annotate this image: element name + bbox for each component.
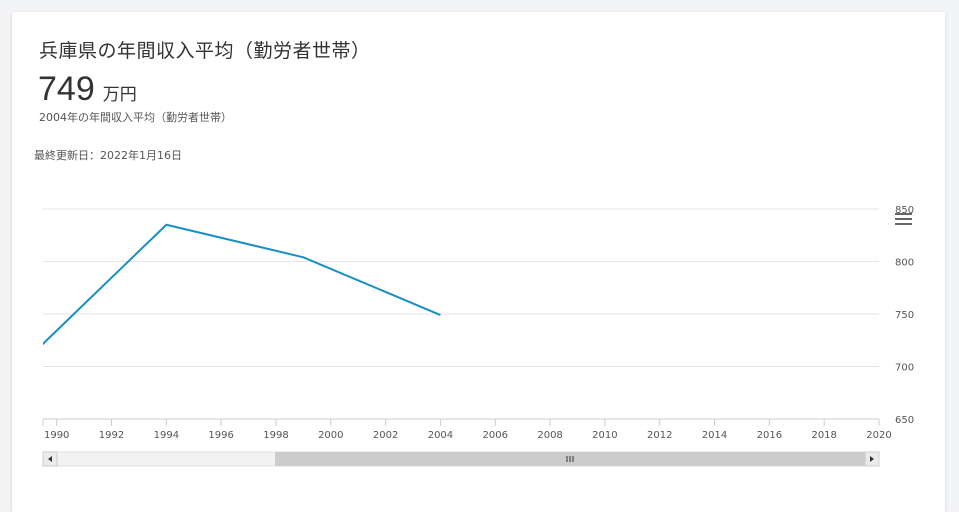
x-tick-label: 2016 <box>757 430 782 441</box>
x-tick-label: 2020 <box>866 430 891 441</box>
x-tick-label: 2010 <box>592 430 617 441</box>
x-tick-label: 1996 <box>208 430 233 441</box>
hamburger-menu-icon[interactable] <box>893 210 913 228</box>
series-layer <box>29 223 441 357</box>
y-tick-label: 700 <box>895 363 914 374</box>
series-clip <box>29 223 441 357</box>
series-line[interactable] <box>29 223 441 357</box>
x-tick-label: 2008 <box>537 430 562 441</box>
y-tick-label: 800 <box>895 258 914 269</box>
x-tick-label: 1998 <box>263 430 288 441</box>
x-tick-label: 2012 <box>647 430 672 441</box>
line-chart: 1990 1992 1994 1996 1998 2000 2002 2004 2006 2008… <box>29 205 914 467</box>
arrow-right-icon[interactable] <box>864 451 880 467</box>
grid-layer <box>43 208 879 420</box>
x-tick-label: 2002 <box>373 430 398 441</box>
arrow-left-icon[interactable] <box>42 451 58 467</box>
x-tick-label: 2006 <box>483 430 508 441</box>
x-tick-label: 2004 <box>428 430 453 441</box>
y-tick-label: 750 <box>895 310 914 321</box>
navigator-scrollbar[interactable] <box>42 451 880 467</box>
x-tick-label: 1990 <box>44 430 69 441</box>
y-axis: 650700750800850 <box>895 205 914 426</box>
x-tick-label: 2000 <box>318 430 343 441</box>
x-tick-label: 1992 <box>99 430 124 441</box>
x-axis: 1990 1992 1994 1996 1998 2000 2002 2004 2006 2008… <box>42 419 892 441</box>
x-tick-label: 1994 <box>154 430 179 441</box>
x-tick-label: 2014 <box>702 430 727 441</box>
x-tick-label: 2018 <box>811 430 836 441</box>
y-tick-label: 650 <box>895 415 914 426</box>
